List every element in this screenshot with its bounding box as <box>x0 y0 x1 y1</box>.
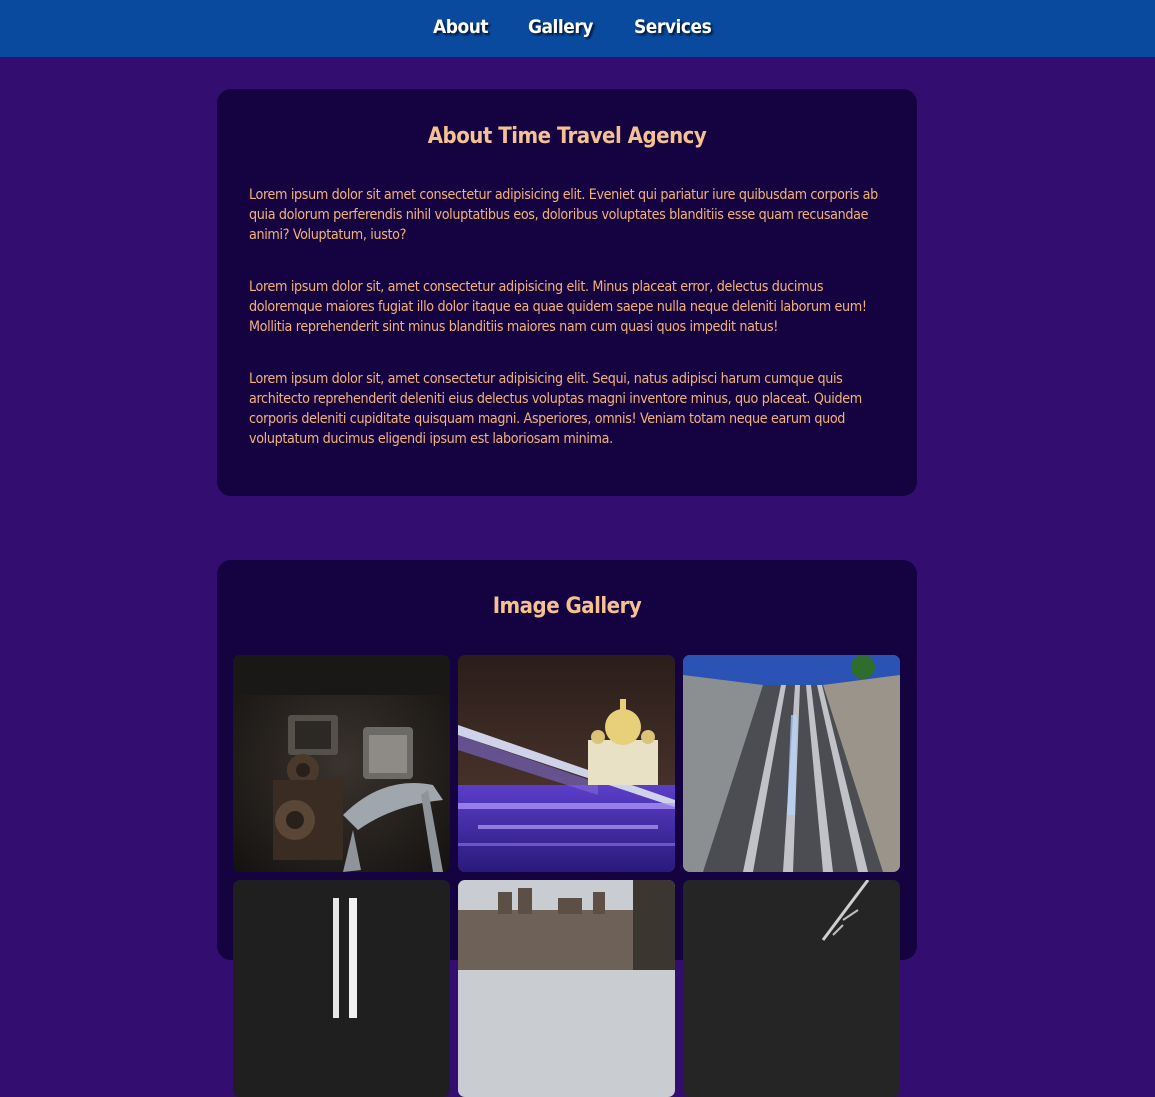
city-rooftops-photo <box>458 880 675 1097</box>
railway-tracks-photo <box>683 655 900 872</box>
vintage-machinery-photo <box>233 655 450 872</box>
about-paragraph: Lorem ipsum dolor sit, amet consectetur … <box>249 371 862 447</box>
about-section: About Time Travel Agency Lorem ipsum dol… <box>217 89 917 496</box>
gallery-section: Image Gallery <box>217 560 917 1097</box>
night-bridge-cathedral-photo <box>458 655 675 872</box>
gallery-image-rooftops[interactable] <box>458 880 675 1097</box>
about-title: About Time Travel Agency <box>427 124 707 149</box>
gallery-title: Image Gallery <box>492 594 642 619</box>
nav-link-gallery[interactable]: Gallery <box>528 16 593 38</box>
gallery-image-machinery[interactable] <box>233 655 450 872</box>
gallery-image-railway[interactable] <box>683 655 900 872</box>
monochrome-abstract-photo <box>233 880 450 1097</box>
about-paragraph: Lorem ipsum dolor sit amet consectetur a… <box>249 187 878 243</box>
gallery-image-dark-wire[interactable] <box>683 880 900 1097</box>
gallery-image-monochrome[interactable] <box>233 880 450 1097</box>
about-paragraph: Lorem ipsum dolor sit, amet consectetur … <box>249 279 867 335</box>
top-navigation: About Gallery Services <box>0 0 1155 57</box>
nav-link-about[interactable]: About <box>433 16 489 38</box>
gallery-image-bridge[interactable] <box>458 655 675 872</box>
nav-link-services[interactable]: Services <box>634 16 712 38</box>
dark-wire-photo <box>683 880 900 1097</box>
